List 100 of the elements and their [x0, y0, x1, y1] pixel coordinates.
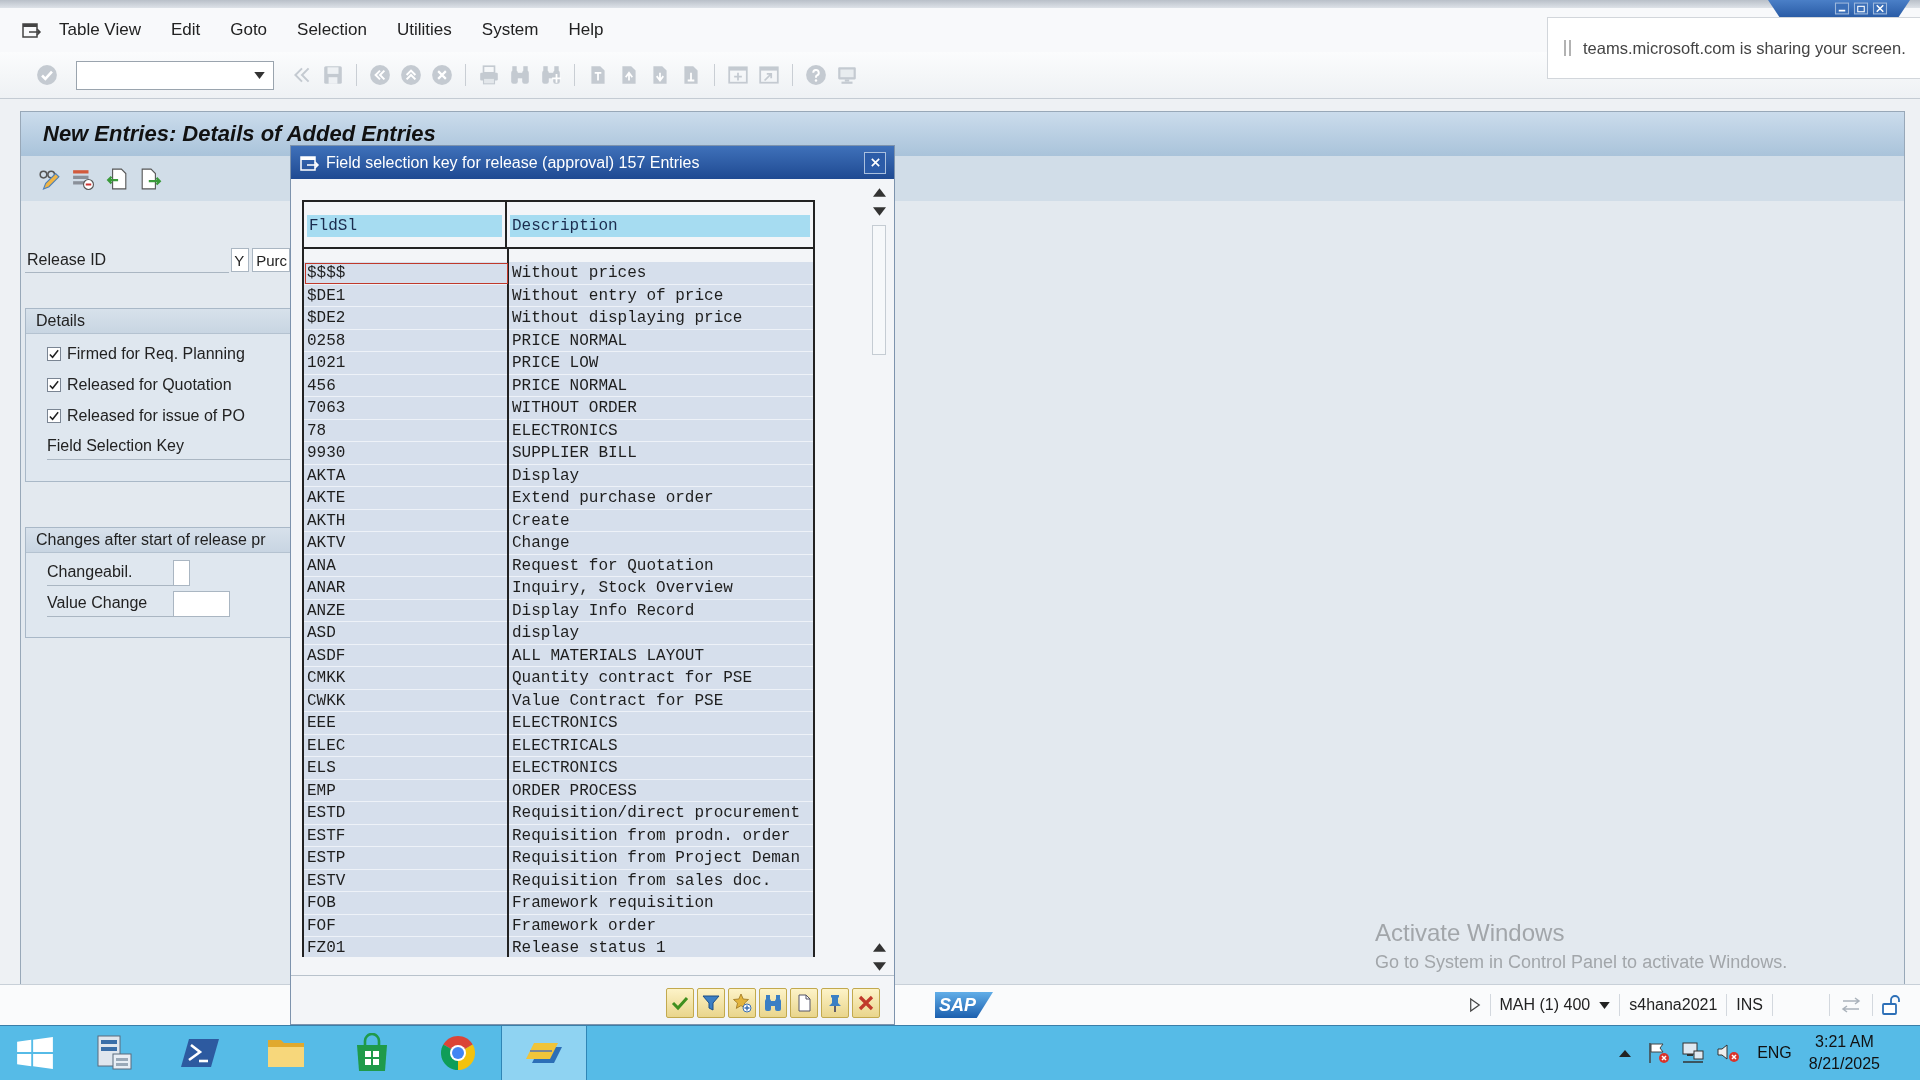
table-cell[interactable]: 456: [304, 374, 509, 397]
checkbox-label[interactable]: Firmed for Req. Planning: [67, 344, 245, 363]
document-left-arrow-icon[interactable]: [106, 167, 128, 190]
table-cell[interactable]: Display: [509, 464, 813, 487]
pin-icon[interactable]: [821, 988, 849, 1018]
table-cell[interactable]: ANZE: [304, 599, 509, 622]
command-field[interactable]: [76, 60, 274, 90]
table-cell[interactable]: ELECTRONICS: [509, 712, 813, 735]
table-cell[interactable]: Change: [509, 532, 813, 555]
play-icon[interactable]: [1468, 997, 1481, 1013]
table-cell[interactable]: FOB: [304, 892, 509, 915]
session-info[interactable]: MAH (1) 400: [1499, 996, 1591, 1014]
table-cell[interactable]: EEE: [304, 712, 509, 735]
table-cell[interactable]: ANAR: [304, 577, 509, 600]
menu-item[interactable]: Help: [568, 20, 604, 40]
table-cell[interactable]: 1021: [304, 352, 509, 375]
binoculars-icon[interactable]: [759, 988, 787, 1018]
column-header[interactable]: FldSl: [307, 215, 502, 237]
table-cell[interactable]: PRICE NORMAL: [509, 329, 813, 352]
clock-date[interactable]: 8/21/2025: [1808, 1053, 1880, 1075]
network-icon[interactable]: [1681, 1041, 1706, 1065]
checkbox-label[interactable]: Released for Quotation: [67, 375, 232, 394]
taskbar-button[interactable]: [501, 1026, 587, 1080]
table-cell[interactable]: Requisition from prodn. order: [509, 824, 813, 847]
input-field[interactable]: [173, 559, 190, 586]
cancel-icon[interactable]: [852, 988, 880, 1018]
table-cell[interactable]: Inquiry, Stock Overview: [509, 577, 813, 600]
table-cell[interactable]: 7063: [304, 397, 509, 420]
input-field[interactable]: Purc: [252, 248, 290, 272]
table-cell[interactable]: ELECTRONICS: [509, 757, 813, 780]
table-cell[interactable]: ASDF: [304, 644, 509, 667]
padlock-icon[interactable]: [1882, 994, 1902, 1016]
menu-item[interactable]: Goto: [230, 20, 268, 40]
table-cell[interactable]: AKTA: [304, 464, 509, 487]
table-cell[interactable]: Requisition/direct procurement: [509, 802, 813, 825]
scroll-up-icon[interactable]: [872, 943, 886, 952]
caret-down-icon[interactable]: [254, 71, 265, 79]
table-cell[interactable]: Requisition from Project Deman: [509, 847, 813, 870]
checkbox[interactable]: [47, 408, 61, 423]
table-cell[interactable]: 0258: [304, 329, 509, 352]
window-arrow-icon[interactable]: [22, 21, 42, 39]
clock-time[interactable]: 3:21 AM: [1815, 1031, 1874, 1053]
table-cell[interactable]: CWKK: [304, 689, 509, 712]
table-cell[interactable]: $DE1: [304, 284, 509, 307]
check-icon[interactable]: [666, 988, 694, 1018]
table-cell[interactable]: PRICE LOW: [509, 352, 813, 375]
document-right-arrow-icon[interactable]: [140, 167, 162, 190]
checkbox-label[interactable]: Released for issue of PO: [67, 406, 245, 425]
speaker-muted-icon[interactable]: [1716, 1041, 1741, 1065]
scroll-down-icon[interactable]: [872, 207, 886, 216]
checkbox[interactable]: [47, 346, 61, 361]
table-cell[interactable]: Framework order: [509, 914, 813, 937]
restore-icon[interactable]: [1853, 2, 1869, 15]
table-cell[interactable]: ALL MATERIALS LAYOUT: [509, 644, 813, 667]
table-cell[interactable]: 78: [304, 419, 509, 442]
table-cell[interactable]: AKTV: [304, 532, 509, 555]
table-cell[interactable]: Without displaying price: [509, 307, 813, 330]
table-cell[interactable]: ELEC: [304, 734, 509, 757]
table-cell[interactable]: Display Info Record: [509, 599, 813, 622]
table-cell[interactable]: CMKK: [304, 667, 509, 690]
blank-page-icon[interactable]: [790, 988, 818, 1018]
table-cell[interactable]: EMP: [304, 779, 509, 802]
minimize-icon[interactable]: [1834, 2, 1850, 15]
table-cell[interactable]: Request for Quotation: [509, 554, 813, 577]
close-icon[interactable]: [1872, 2, 1888, 15]
table-cell[interactable]: FZ01: [304, 937, 509, 957]
menu-item[interactable]: Utilities: [397, 20, 452, 40]
table-cell[interactable]: ESTF: [304, 824, 509, 847]
table-cell[interactable]: FOF: [304, 914, 509, 937]
table-cell[interactable]: display: [509, 622, 813, 645]
table-cell[interactable]: SUPPLIER BILL: [509, 442, 813, 465]
menu-item[interactable]: Table View: [59, 20, 141, 40]
table-cell[interactable]: ESTV: [304, 869, 509, 892]
caret-down-icon[interactable]: [1599, 1001, 1611, 1009]
windows-logo-icon[interactable]: [16, 1037, 54, 1069]
table-cell[interactable]: Framework requisition: [509, 892, 813, 915]
scroll-thumb[interactable]: [872, 225, 886, 355]
table-cell[interactable]: Without entry of price: [509, 284, 813, 307]
table-cell[interactable]: 9930: [304, 442, 509, 465]
table-cell[interactable]: Quantity contract for PSE: [509, 667, 813, 690]
table-cell[interactable]: Extend purchase order: [509, 487, 813, 510]
pause-icon[interactable]: [1563, 39, 1572, 57]
table-cell[interactable]: Without prices: [509, 262, 813, 285]
menu-item[interactable]: Selection: [297, 20, 367, 40]
caret-up-icon[interactable]: [1619, 1049, 1632, 1057]
list-minus-icon[interactable]: [72, 167, 94, 190]
table-cell[interactable]: ANA: [304, 554, 509, 577]
table-cell[interactable]: $DE2: [304, 307, 509, 330]
close-icon[interactable]: [864, 151, 886, 174]
table-cell[interactable]: ESTD: [304, 802, 509, 825]
table-cell[interactable]: Create: [509, 509, 813, 532]
input-field[interactable]: [173, 590, 230, 617]
table-cell[interactable]: ELECTRONICS: [509, 419, 813, 442]
table-cell[interactable]: AKTE: [304, 487, 509, 510]
transfer-arrows-icon[interactable]: [1839, 995, 1863, 1015]
scroll-up-icon[interactable]: [872, 188, 886, 197]
table-cell[interactable]: ELECTRICALS: [509, 734, 813, 757]
table-cell[interactable]: Requisition from sales doc.: [509, 869, 813, 892]
menu-item[interactable]: Edit: [170, 20, 201, 40]
table-cell[interactable]: Value Contract for PSE: [509, 689, 813, 712]
